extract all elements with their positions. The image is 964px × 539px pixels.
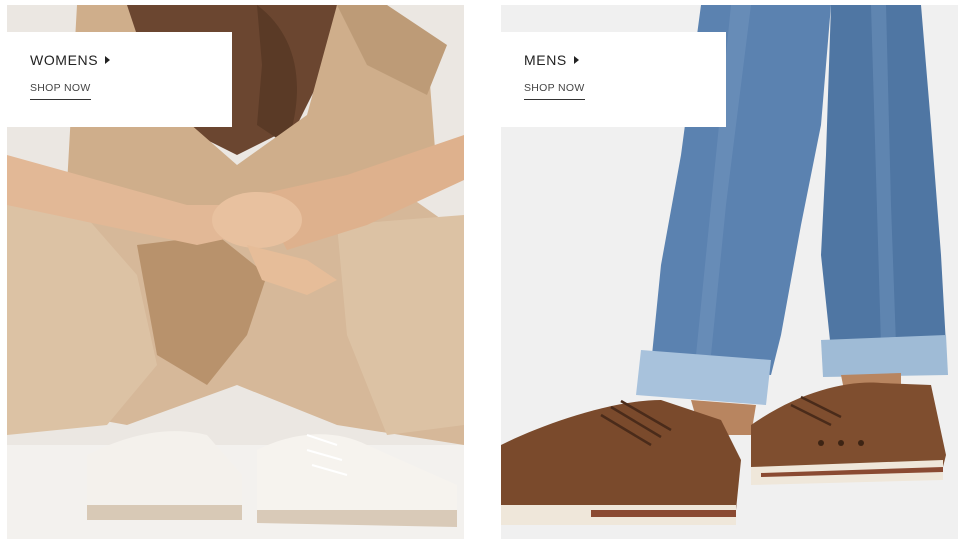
- mens-shop-now-link[interactable]: SHOP NOW: [524, 82, 585, 100]
- mens-category-link[interactable]: MENS: [524, 52, 726, 68]
- mens-title: MENS: [524, 52, 567, 68]
- womens-label-card: WOMENS SHOP NOW: [7, 32, 232, 127]
- mens-category-tile[interactable]: MENS SHOP NOW: [501, 5, 958, 539]
- womens-category-tile[interactable]: WOMENS SHOP NOW: [7, 5, 464, 539]
- mens-label-card: MENS SHOP NOW: [501, 32, 726, 127]
- caret-right-icon: [105, 56, 111, 64]
- womens-shop-now-link[interactable]: SHOP NOW: [30, 82, 91, 100]
- category-banner-grid: WOMENS SHOP NOW MENS SHOP NOW: [0, 0, 964, 539]
- womens-category-link[interactable]: WOMENS: [30, 52, 232, 68]
- womens-title: WOMENS: [30, 52, 99, 68]
- caret-right-icon: [573, 56, 579, 64]
